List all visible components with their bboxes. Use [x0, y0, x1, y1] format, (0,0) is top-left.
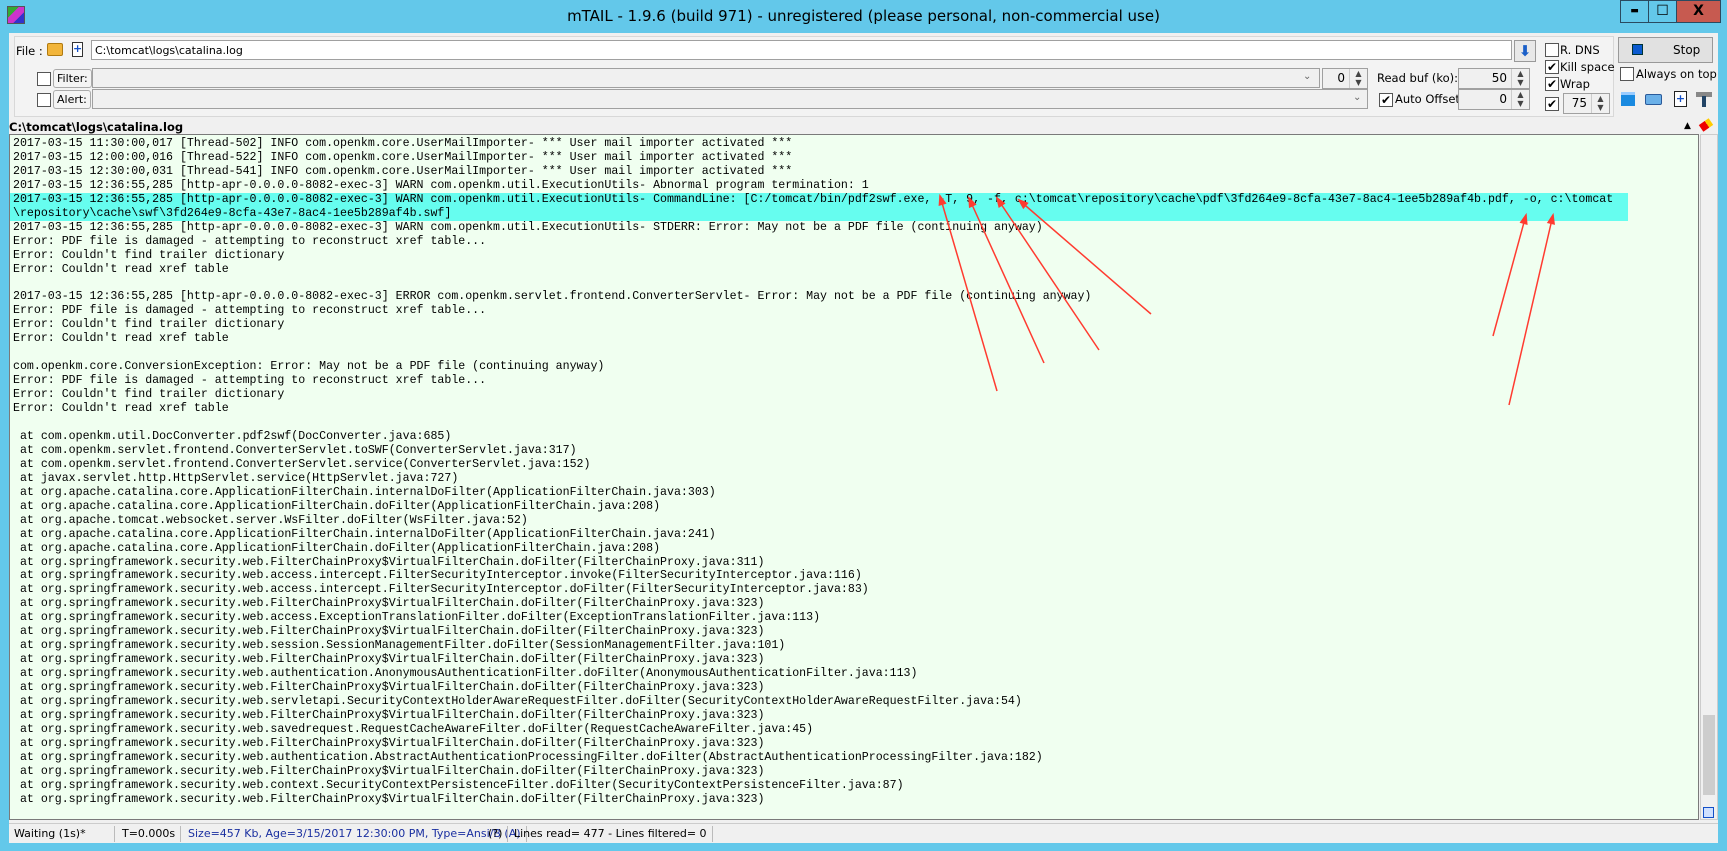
- annotation-arrow: [1018, 199, 1152, 315]
- annotation-arrow: [968, 197, 1045, 364]
- arrow-head: [995, 196, 1006, 208]
- status-bar: Waiting (1s)* T=0.000s Size=457 Kb, Age=…: [9, 823, 1718, 843]
- annotation-arrow: [996, 197, 1100, 351]
- arrow-head: [1546, 212, 1555, 225]
- arrow-head: [968, 196, 977, 209]
- arrow-head: [938, 193, 947, 207]
- annotation-arrow: [1508, 214, 1554, 406]
- annotation-arrow: [939, 195, 998, 392]
- annotation-arrow: [1492, 214, 1527, 337]
- status-help[interactable]: (?): [483, 826, 509, 842]
- status-lines: Lines read= 477 - Lines filtered= 0: [509, 826, 713, 842]
- annotation-arrows: [938, 193, 1555, 406]
- status-time: T=0.000s: [117, 826, 181, 842]
- arrow-head: [1519, 212, 1528, 225]
- status-file-info: Size=457 Kb, Age=3/15/2017 12:30:00 PM, …: [183, 826, 527, 842]
- status-state: Waiting (1s)*: [9, 826, 115, 842]
